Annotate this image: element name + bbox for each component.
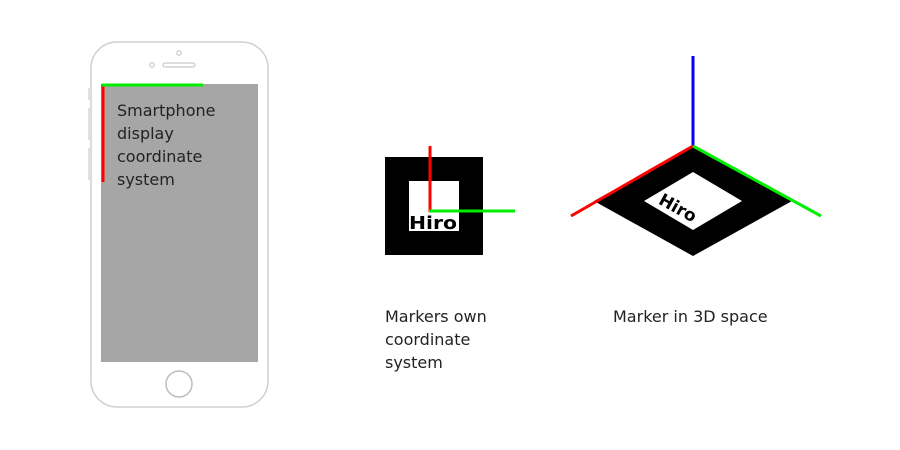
phone-side-button-low xyxy=(88,148,91,180)
smartphone-label: Smartphone display coordinate system xyxy=(117,99,215,191)
marker-2d: Hiro xyxy=(385,146,515,255)
label-line: coordinate xyxy=(385,330,471,349)
marker-2d-pattern: Hiro xyxy=(409,213,457,234)
label-line: display xyxy=(117,124,174,143)
label-line: system xyxy=(385,353,443,372)
diagram-canvas: Hiro Hiro Smartphone display coordinate … xyxy=(0,0,900,450)
phone-side-button-top xyxy=(88,88,91,100)
label-line: system xyxy=(117,170,175,189)
label-line: coordinate xyxy=(117,147,203,166)
phone-side-button-mid xyxy=(88,108,91,140)
label-line: Smartphone xyxy=(117,101,216,120)
smartphone xyxy=(88,41,269,408)
phone-home-button xyxy=(165,370,193,398)
marker-2d-label: Markers own coordinate system xyxy=(385,305,487,374)
label-line: Markers own xyxy=(385,307,487,326)
diagram-graphics: Hiro Hiro xyxy=(88,41,822,408)
marker-3d-label: Marker in 3D space xyxy=(613,305,768,328)
marker-3d: Hiro xyxy=(570,56,822,256)
label-line: Marker in 3D space xyxy=(613,307,768,326)
